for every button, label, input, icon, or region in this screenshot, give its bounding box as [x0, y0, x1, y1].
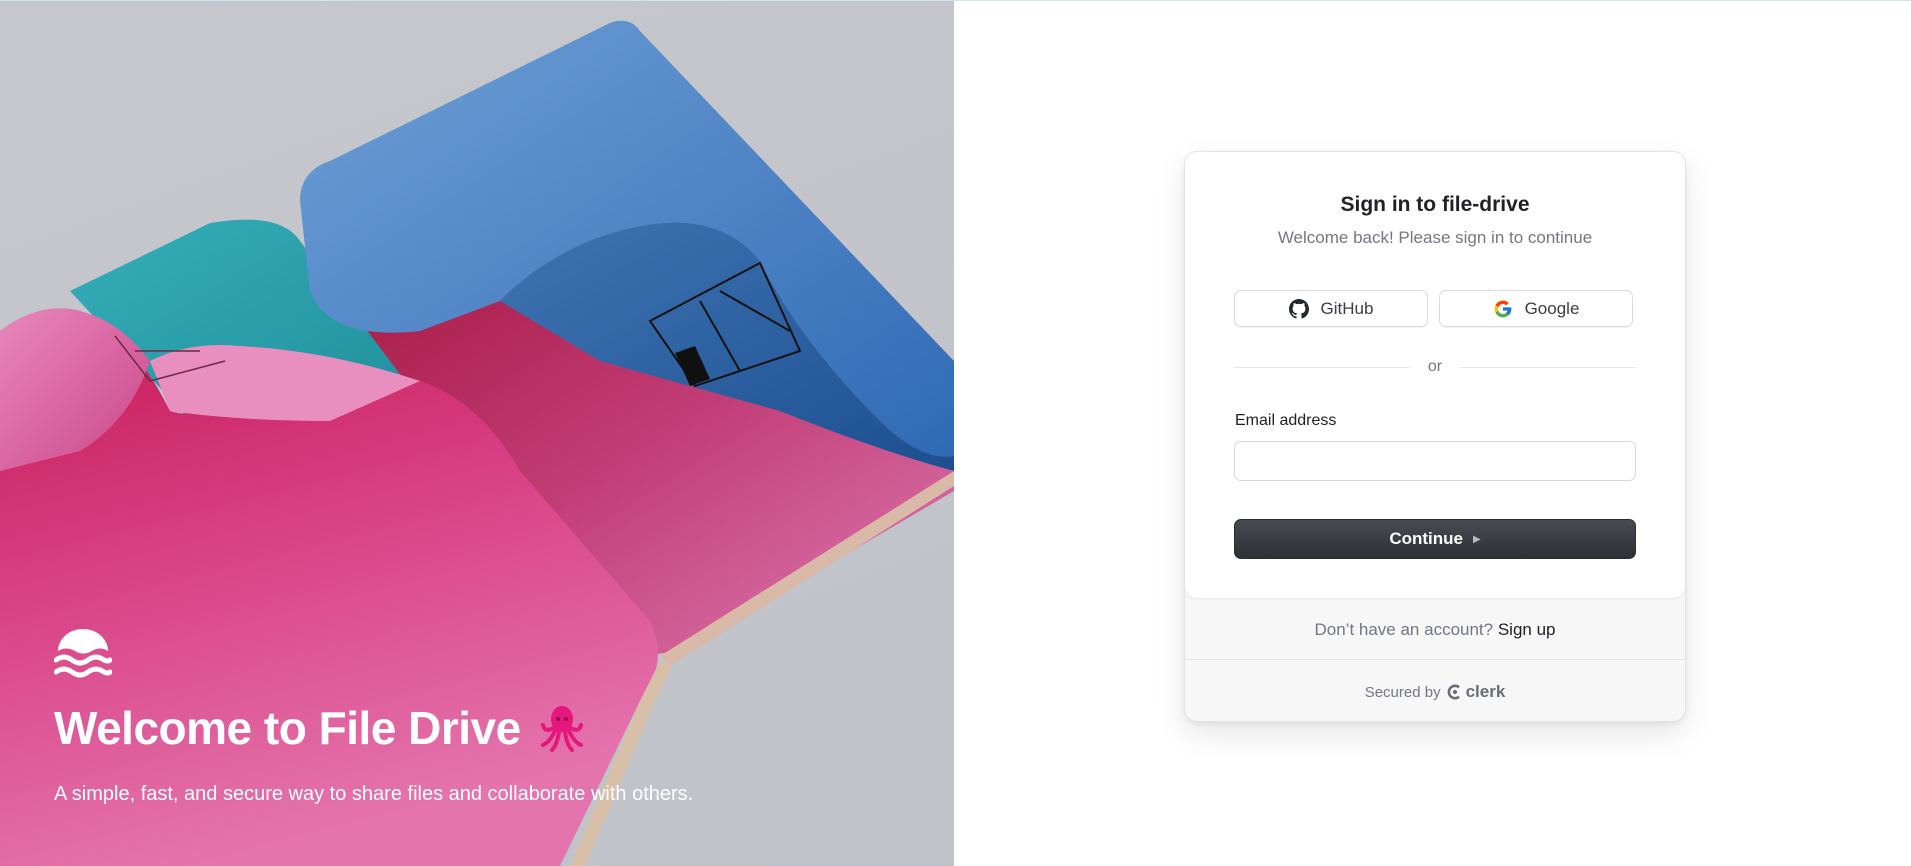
- hero-title: Welcome to File Drive: [54, 701, 585, 755]
- email-input[interactable]: [1234, 441, 1636, 481]
- google-icon: [1494, 300, 1511, 317]
- continue-button[interactable]: Continue ▶: [1234, 519, 1636, 559]
- footer-divider: [1185, 659, 1685, 660]
- sign-in-form-panel: Sign in to file-drive Welcome back! Plea…: [1185, 152, 1685, 598]
- no-account-text: Don’t have an account?: [1314, 620, 1494, 639]
- hero-title-text: Welcome to File Drive: [54, 702, 521, 754]
- secured-by: Secured by clerk: [1185, 682, 1685, 702]
- sign-in-subtitle: Welcome back! Please sign in to continue: [1277, 228, 1593, 247]
- google-button[interactable]: Google: [1439, 290, 1633, 327]
- hero-subtitle: A simple, fast, and secure way to share …: [54, 783, 694, 805]
- octopus-icon: [540, 706, 583, 752]
- secured-by-text: Secured by: [1364, 683, 1441, 701]
- divider-text: or: [1427, 358, 1443, 375]
- waves-logo-icon: [54, 629, 112, 678]
- hero-panel: Welcome to File Drive A simple, fast, an…: [0, 1, 954, 866]
- clerk-brand-text: clerk: [1465, 682, 1506, 701]
- email-label: Email address: [1235, 412, 1337, 429]
- clerk-brand[interactable]: clerk: [1447, 682, 1506, 702]
- google-button-label: Google: [1524, 298, 1580, 318]
- clerk-logo-icon: [1447, 684, 1460, 700]
- sign-up-link[interactable]: Sign up: [1498, 620, 1556, 639]
- caret-right-icon: ▶: [1472, 533, 1481, 545]
- github-button-label: GitHub: [1320, 298, 1374, 318]
- or-divider: or: [1234, 357, 1637, 377]
- github-button[interactable]: GitHub: [1234, 290, 1428, 327]
- sign-up-prompt: Don’t have an account? Sign up: [1185, 620, 1685, 640]
- github-icon: [1288, 298, 1309, 319]
- sign-in-card: Sign in to file-drive Welcome back! Plea…: [1184, 151, 1686, 722]
- divider-line-right: [1460, 366, 1637, 368]
- sign-in-title: Sign in to file-drive: [1340, 193, 1530, 216]
- continue-button-label: Continue: [1389, 529, 1463, 548]
- divider-line-left: [1234, 366, 1410, 368]
